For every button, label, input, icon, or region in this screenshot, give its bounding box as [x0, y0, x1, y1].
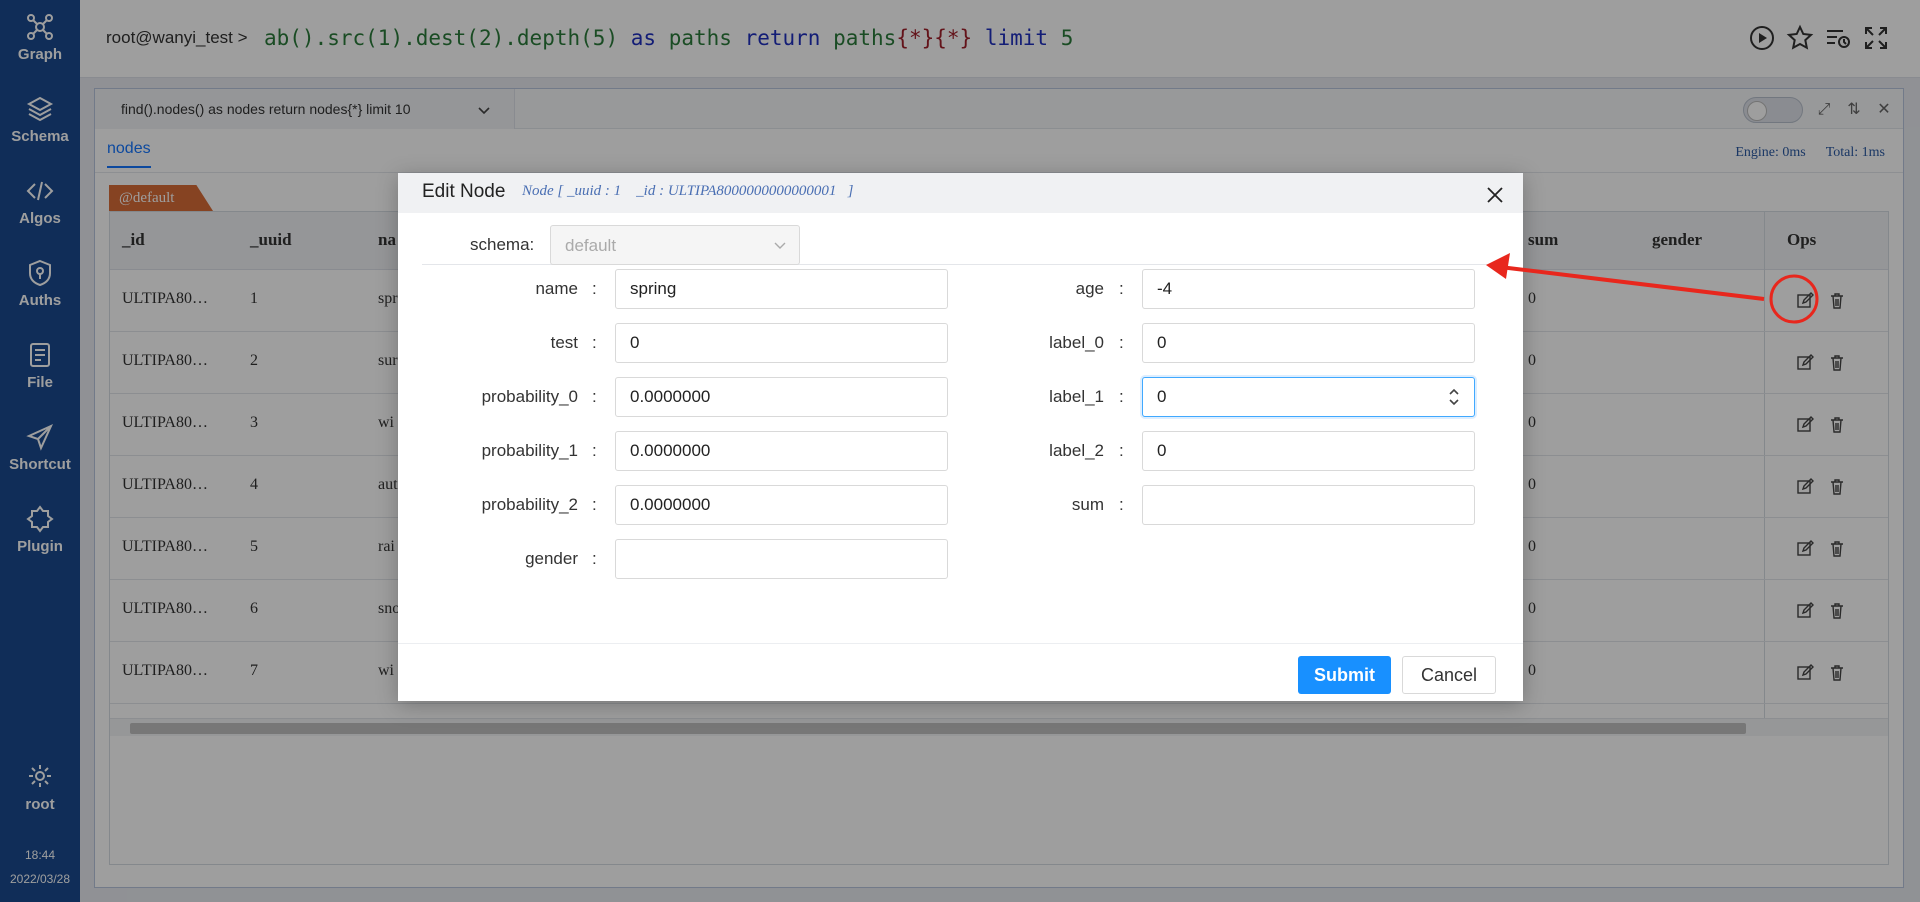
field-label: test: [550, 333, 578, 352]
field-colon: :: [592, 279, 597, 298]
field-input[interactable]: [615, 485, 948, 525]
field-colon: :: [1119, 279, 1124, 298]
field-input[interactable]: [1142, 431, 1475, 471]
schema-row: schema: default: [422, 225, 1500, 265]
submit-button[interactable]: Submit: [1298, 656, 1391, 694]
field-input[interactable]: [615, 323, 948, 363]
field-colon: :: [592, 495, 597, 514]
cancel-button[interactable]: Cancel: [1402, 656, 1496, 694]
field-input[interactable]: [615, 377, 948, 417]
field-label: label_0: [1049, 333, 1104, 352]
dialog-subtitle: Node [ _uuid : 1 _id : ULTIPA80000000000…: [522, 183, 854, 199]
field-colon: :: [1119, 441, 1124, 460]
field-label: label_1: [1049, 387, 1104, 406]
field-input[interactable]: [1142, 323, 1475, 363]
field-colon: :: [592, 549, 597, 568]
field-colon: :: [592, 387, 597, 406]
field-label: label_2: [1049, 441, 1104, 460]
schema-select-value: default: [565, 236, 617, 255]
schema-label: schema:: [470, 235, 535, 254]
field-label: name: [535, 279, 578, 298]
field-label: probability_1: [481, 441, 578, 460]
field-input[interactable]: [1142, 377, 1475, 417]
dialog-title: Edit Node: [422, 181, 506, 202]
dialog-footer: Submit Cancel: [398, 643, 1523, 701]
dialog-header: Edit Node Node [ _uuid : 1 _id : ULTIPA8…: [398, 173, 1523, 213]
field-colon: :: [592, 333, 597, 352]
field-label: age: [1075, 279, 1104, 298]
field-colon: :: [592, 441, 597, 460]
close-icon[interactable]: [1485, 185, 1505, 205]
field-input[interactable]: [615, 269, 948, 309]
field-label: gender: [525, 549, 578, 568]
chevron-down-icon: [774, 242, 786, 249]
field-input[interactable]: [1142, 269, 1475, 309]
field-label: sum: [1071, 495, 1104, 514]
field-input[interactable]: [1142, 485, 1475, 525]
schema-select: default: [550, 225, 800, 265]
field-input[interactable]: [615, 539, 948, 579]
field-colon: :: [1119, 495, 1124, 514]
field-input[interactable]: [615, 431, 948, 471]
field-colon: :: [1119, 387, 1124, 406]
field-label: probability_2: [481, 495, 578, 514]
stepper-icon[interactable]: [1447, 385, 1461, 409]
field-colon: :: [1119, 333, 1124, 352]
field-label: probability_0: [481, 387, 578, 406]
edit-node-dialog: Edit Node Node [ _uuid : 1 _id : ULTIPA8…: [398, 173, 1523, 701]
